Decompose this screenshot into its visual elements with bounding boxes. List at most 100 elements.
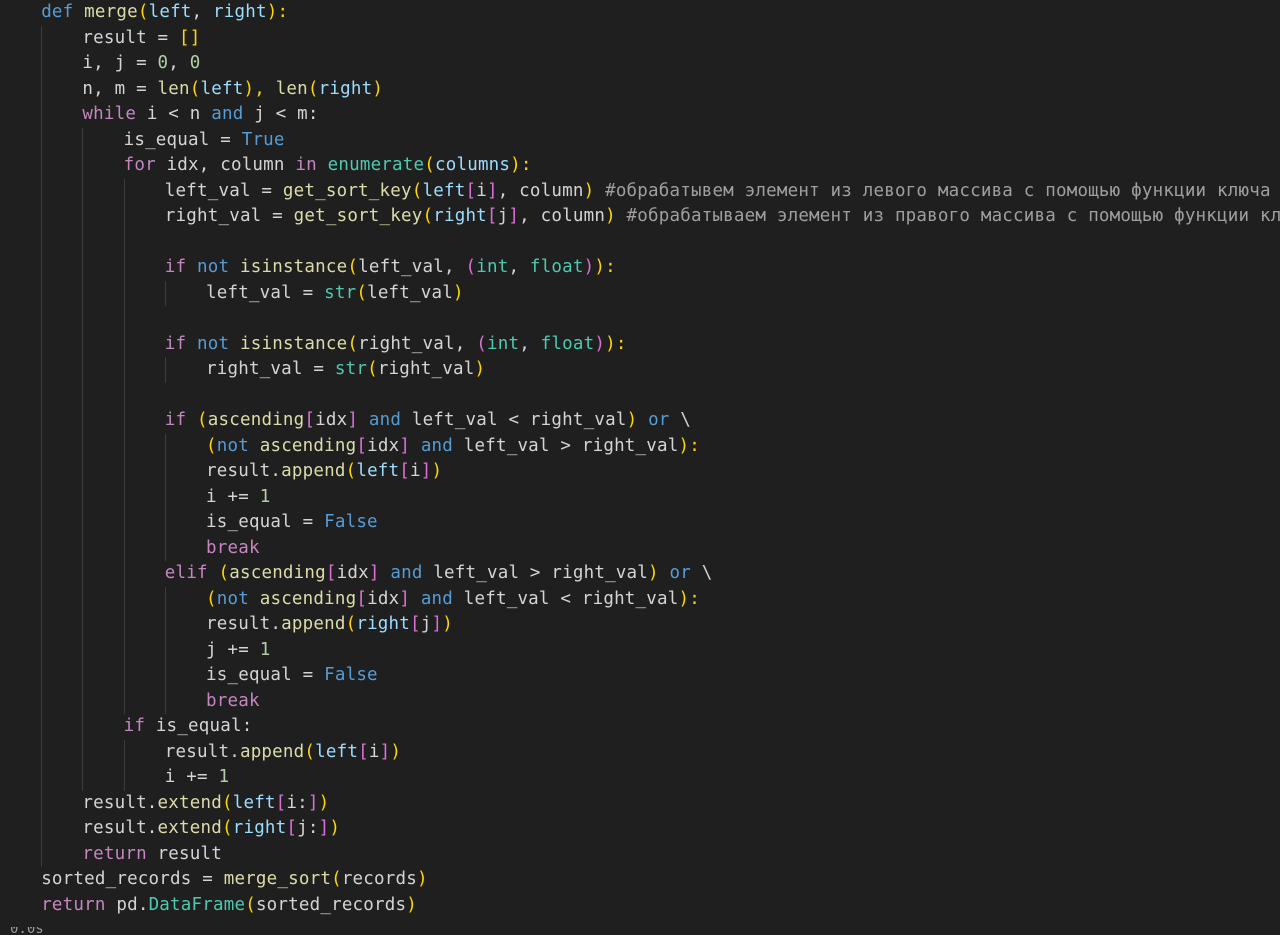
code-line[interactable]: return result — [0, 841, 1280, 867]
code-line[interactable]: if (ascending[idx] and left_val < right_… — [0, 408, 1280, 434]
code-token: get_sort_key — [293, 206, 423, 226]
indent-guide — [164, 280, 166, 306]
code-line[interactable]: n, m = len(left), len(right) — [0, 76, 1280, 102]
code-token: not — [197, 333, 230, 354]
execution-time-label: 0.0s — [10, 927, 44, 935]
indent-guide — [41, 382, 43, 408]
code-token: len — [275, 78, 308, 99]
code-line[interactable]: while i < n and j < m: — [0, 102, 1280, 128]
code-line[interactable]: j += 1 — [0, 637, 1280, 664]
code-line[interactable]: i += 1 — [0, 765, 1280, 791]
code-token: , column — [497, 180, 584, 201]
indent-guide — [123, 280, 125, 306]
code-line[interactable]: def merge(left, right): — [0, 0, 1280, 26]
code-line[interactable]: i, j = 0, 0 — [0, 51, 1280, 77]
code-token: left — [148, 2, 192, 22]
code-line[interactable]: for idx, column in enumerate(columns): — [0, 153, 1280, 179]
code-token: DataFrame — [148, 894, 246, 915]
code-token: and — [211, 104, 244, 124]
code-line-content: result.append(left[i]) — [165, 740, 401, 766]
indent-guide — [41, 178, 43, 204]
indent-guide — [82, 331, 84, 357]
code-line[interactable]: left_val = str(left_val) — [0, 280, 1280, 306]
code-token: and — [420, 588, 454, 609]
code-line[interactable]: result.append(left[i]) — [0, 459, 1280, 485]
code-token: left_val < right_val — [401, 410, 627, 430]
indent-guide — [41, 102, 43, 128]
code-line[interactable] — [0, 229, 1280, 255]
code-line-content: j += 1 — [206, 638, 270, 664]
code-token: False — [324, 512, 378, 532]
code-token: ): — [594, 257, 616, 277]
code-line[interactable]: break — [0, 688, 1280, 714]
code-line[interactable] — [0, 382, 1280, 408]
code-token: ] — [420, 461, 432, 481]
code-line[interactable]: sorted_records = merge_sort(records) — [0, 867, 1280, 893]
code-token: \ — [691, 563, 713, 583]
code-line[interactable]: result.append(left[i]) — [0, 739, 1280, 766]
code-line[interactable]: i += 1 — [0, 484, 1280, 510]
code-line[interactable]: if not isinstance(left_val, (int, float)… — [0, 255, 1280, 281]
code-line[interactable]: elif (ascending[idx] and left_val > righ… — [0, 561, 1280, 587]
code-line[interactable]: (not ascending[idx] and left_val > right… — [0, 433, 1280, 460]
code-token: ascending — [229, 563, 326, 583]
indent-guide — [41, 561, 43, 587]
code-token: idx — [336, 563, 369, 583]
code-line[interactable]: left_val = get_sort_key(left[i], column)… — [0, 178, 1280, 204]
code-token: , — [508, 257, 530, 277]
indent-guide — [41, 408, 43, 434]
code-line[interactable]: if is_equal: — [0, 714, 1280, 740]
indent-guide — [123, 255, 125, 281]
code-line[interactable]: (not ascending[idx] and left_val < right… — [0, 586, 1280, 612]
code-line[interactable]: if not isinstance(right_val, (int, float… — [0, 331, 1280, 357]
code-token: result. — [82, 818, 158, 838]
code-token: [ — [356, 588, 368, 609]
code-token: j — [420, 614, 432, 634]
indent-guide — [41, 688, 43, 714]
code-line[interactable]: is_equal = True — [0, 127, 1280, 153]
indent-guide — [164, 637, 166, 663]
code-editor[interactable]: def merge(left, right): result = [] i, j =… — [0, 0, 1280, 935]
code-token: ] — [347, 410, 359, 430]
indent-guide — [164, 535, 166, 561]
code-token: [ — [486, 206, 498, 226]
code-line-content: is_equal = False — [206, 663, 378, 689]
code-line-content: break — [206, 536, 260, 562]
code-line[interactable]: return pd.DataFrame(sorted_records) — [0, 893, 1280, 919]
code-line[interactable]: result.extend(left[i:]) — [0, 790, 1280, 816]
indent-guide — [123, 433, 125, 459]
code-token: right_val — [377, 359, 475, 379]
code-token: ) — [605, 206, 616, 226]
code-token: left_val < right_val — [453, 588, 679, 609]
code-line[interactable]: right_val = str(right_val) — [0, 357, 1280, 383]
code-line[interactable]: result.extend(right[j:]) — [0, 816, 1280, 842]
indent-guide — [82, 280, 84, 306]
indent-guide — [41, 255, 43, 281]
code-line[interactable]: is_equal = False — [0, 663, 1280, 689]
code-line[interactable]: result.append(right[j]) — [0, 612, 1280, 638]
code-token: idx, column — [155, 155, 296, 175]
indent-guide — [164, 586, 166, 612]
code-line-content: (not ascending[idx] and left_val > right… — [206, 434, 700, 460]
indent-guide — [123, 331, 125, 357]
code-line[interactable] — [0, 306, 1280, 332]
code-token: [ — [465, 180, 477, 201]
code-line[interactable]: is_equal = False — [0, 510, 1280, 536]
indent-guide — [82, 663, 84, 689]
code-token: left — [315, 741, 359, 762]
code-token: right — [213, 2, 267, 22]
code-token: #обрабатывем элемент из левого массива с… — [594, 180, 1271, 201]
code-token: ( — [221, 792, 233, 813]
code-line-content: if not isinstance(left_val, (int, float)… — [165, 255, 616, 281]
code-line-content: right_val = get_sort_key(right[j], colum… — [165, 204, 1280, 230]
code-token: j < m: — [243, 104, 319, 124]
code-line[interactable]: break — [0, 535, 1280, 562]
code-token: ) — [583, 257, 595, 277]
code-line[interactable]: result = [] — [0, 25, 1280, 51]
code-token: ] — [508, 206, 520, 226]
code-token: len — [157, 78, 190, 99]
code-line[interactable]: right_val = get_sort_key(right[j], colum… — [0, 204, 1280, 230]
